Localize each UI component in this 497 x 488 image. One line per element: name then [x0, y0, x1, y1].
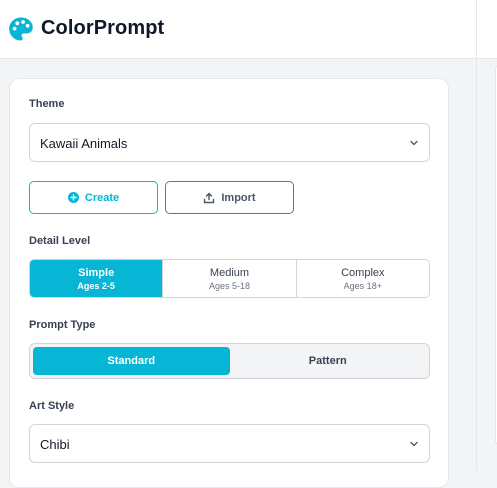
- import-button-label: Import: [221, 191, 256, 204]
- detail-option-title: Complex: [341, 266, 385, 279]
- theme-select[interactable]: Kawaii Animals: [29, 123, 430, 162]
- detail-option-simple[interactable]: Simple Ages 2-5: [30, 260, 164, 297]
- art-style-select[interactable]: Chibi: [29, 424, 430, 463]
- detail-option-title: Medium: [209, 266, 250, 279]
- palette-icon: [9, 17, 33, 41]
- detail-option-title: Simple: [78, 266, 115, 279]
- adjacent-panel-edge: [476, 0, 497, 471]
- plus-circle-icon: [67, 192, 79, 203]
- prompt-type-pattern[interactable]: Pattern: [230, 347, 427, 375]
- prompt-type-label: Prompt Type: [29, 319, 96, 331]
- settings-card: Theme Kawaii Animals Create Import Detai…: [9, 78, 449, 488]
- detail-option-subtitle: Ages 2-5: [77, 280, 115, 291]
- chevron-down-icon: [410, 140, 418, 146]
- theme-select-value: Kawaii Animals: [40, 136, 128, 151]
- create-button[interactable]: Create: [29, 181, 158, 214]
- prompt-type-selector: Standard Pattern: [29, 343, 430, 379]
- import-button[interactable]: Import: [165, 181, 294, 214]
- app-header: ColorPrompt: [0, 0, 476, 59]
- prompt-type-standard[interactable]: Standard: [33, 347, 230, 375]
- detail-option-subtitle: Ages 5-18: [208, 280, 250, 291]
- detail-option-subtitle: Ages 18+: [343, 280, 382, 291]
- upload-icon: [204, 192, 215, 203]
- art-style-label: Art Style: [29, 400, 75, 412]
- detail-option-medium[interactable]: Medium Ages 5-18: [163, 260, 297, 297]
- create-button-label: Create: [84, 191, 120, 204]
- detail-level-selector: Simple Ages 2-5 Medium Ages 5-18 Complex…: [29, 259, 430, 298]
- art-style-select-value: Chibi: [40, 437, 70, 452]
- theme-label: Theme: [29, 98, 65, 110]
- chevron-down-icon: [410, 441, 418, 447]
- detail-option-complex[interactable]: Complex Ages 18+: [296, 260, 429, 297]
- detail-level-label: Detail Level: [29, 235, 91, 247]
- app-title: ColorPrompt: [41, 17, 165, 39]
- adjacent-panel-header: [477, 0, 497, 59]
